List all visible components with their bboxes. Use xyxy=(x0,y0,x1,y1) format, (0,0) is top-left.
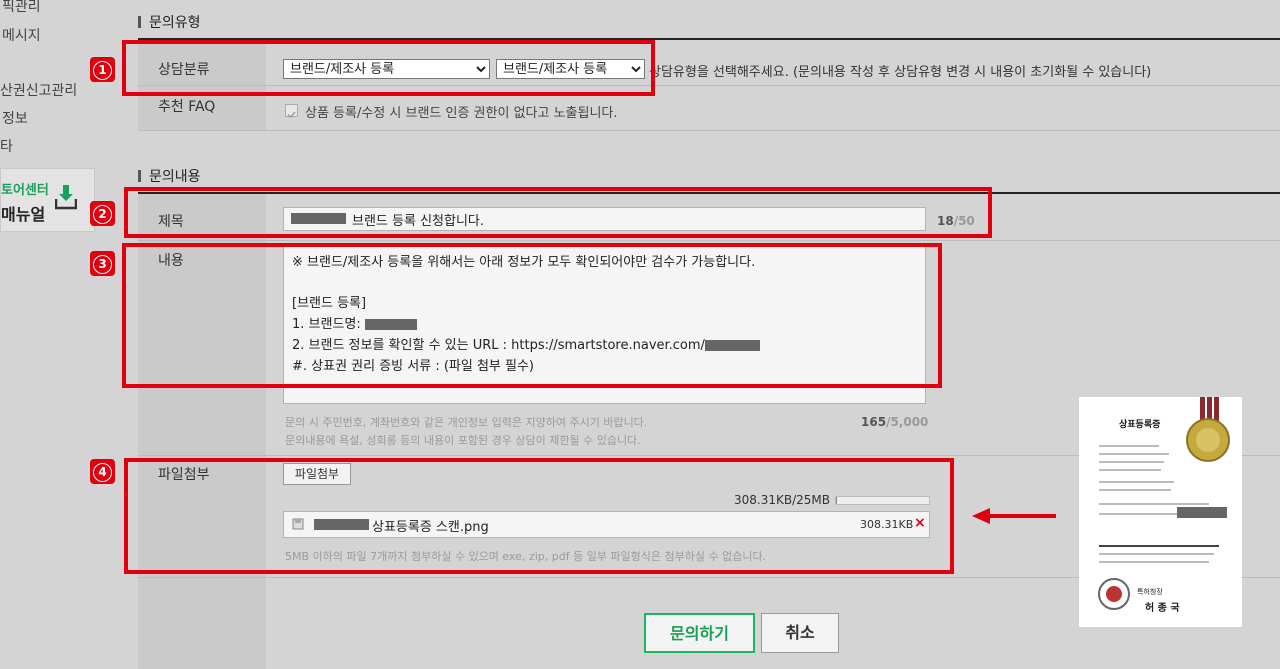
sidebar-item-info[interactable]: 정보 xyxy=(2,108,28,128)
privacy-note: 문의 시 주민번호, 계좌번호와 같은 개인정보 입력은 지양하여 주시기 바랍… xyxy=(285,416,648,429)
certificate-signature: 허 종 국 xyxy=(1145,603,1180,614)
submit-inquiry-button[interactable]: 문의하기 xyxy=(644,613,755,653)
step-badge-2: 2 xyxy=(90,201,115,226)
certificate-text-line xyxy=(1099,453,1169,455)
certificate-text-line xyxy=(1099,561,1209,563)
store-center-label: 토어센터 xyxy=(1,183,49,198)
highlight-box-2 xyxy=(124,187,992,238)
masked-text xyxy=(1177,507,1227,518)
check-icon xyxy=(287,111,296,119)
arrow-left-icon xyxy=(972,508,1056,524)
content-count: 165 xyxy=(861,415,887,429)
faq-link[interactable]: 상품 등록/수정 시 브랜드 인증 권한이 없다고 노출됩니다. xyxy=(305,102,618,121)
step-number: 4 xyxy=(93,463,112,482)
section-title-inquiry-content: 문의내용 xyxy=(138,166,201,186)
certificate-text-line xyxy=(1099,503,1209,505)
sidebar-item-ip-report[interactable]: 산권신고관리 xyxy=(0,80,77,100)
step-badge-1: 1 xyxy=(90,57,115,82)
row-divider xyxy=(138,130,1280,131)
content-max: /5,000 xyxy=(886,415,929,429)
faq-label: 추천 FAQ xyxy=(158,99,216,115)
sidebar: 픽관리 메시지 산권신고관리 정보 타 토어센터 매뉴얼 xyxy=(0,0,116,669)
section-title-inquiry-type: 문의유형 xyxy=(138,12,201,32)
certificate-text-line xyxy=(1099,461,1164,463)
download-icon xyxy=(55,185,77,210)
sidebar-item-etc[interactable]: 타 xyxy=(0,136,13,156)
highlight-box-3 xyxy=(122,243,942,388)
gold-seal-icon xyxy=(1186,418,1230,462)
sidebar-item-partial[interactable]: 픽관리 xyxy=(2,0,41,16)
certificate-title: 상표등록증 xyxy=(1119,420,1161,430)
highlight-box-1 xyxy=(122,40,655,96)
certificate-text-line xyxy=(1099,489,1171,491)
step-number: 3 xyxy=(93,255,112,274)
trademark-certificate-image: 상표등록증 특허청장 허 종 국 xyxy=(1079,397,1242,627)
faq-checkbox[interactable] xyxy=(285,104,298,119)
step-badge-3: 3 xyxy=(90,251,115,276)
cancel-button[interactable]: 취소 xyxy=(761,613,839,653)
step-number: 2 xyxy=(93,205,112,224)
sidebar-item-message[interactable]: 메시지 xyxy=(2,25,41,45)
step-number: 1 xyxy=(93,61,112,80)
manual-label: 매뉴얼 xyxy=(1,205,46,224)
abuse-note: 문의내용에 욕설, 성희롱 등의 내용이 포함된 경우 상담이 제한될 수 있습… xyxy=(285,434,641,447)
official-seal-icon xyxy=(1098,578,1130,610)
row-divider xyxy=(138,240,1280,241)
store-center-manual-banner[interactable]: 토어센터 매뉴얼 xyxy=(0,168,95,232)
step-badge-4: 4 xyxy=(90,459,115,484)
certificate-issuer: 특허청장 xyxy=(1137,588,1163,596)
certificate-text-line xyxy=(1099,481,1174,483)
certificate-text-line xyxy=(1099,553,1214,555)
highlight-box-4 xyxy=(124,458,954,574)
content-counter: 165/5,000 xyxy=(861,415,928,429)
certificate-text-line xyxy=(1099,545,1219,547)
category-hint: 상담유형을 선택해주세요. (문의내용 작성 후 상담유형 변경 시 내용이 초… xyxy=(649,65,1152,80)
certificate-text-line xyxy=(1099,469,1161,471)
certificate-text-line xyxy=(1099,445,1159,447)
